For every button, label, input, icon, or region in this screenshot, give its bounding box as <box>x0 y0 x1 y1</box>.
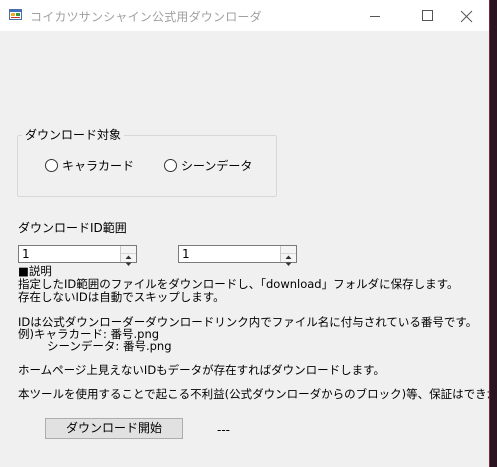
maximize-icon <box>422 10 433 21</box>
id-end-input[interactable]: 1 <box>178 245 297 266</box>
app-window: コイカツサンシャイン公式用ダウンローダ ダウンロード対象 キャラカード シーンデ… <box>0 0 489 467</box>
minimize-button[interactable] <box>352 0 398 31</box>
id-end-value: 1 <box>182 247 190 261</box>
status-text: --- <box>217 423 230 437</box>
radio-character-card-label: キャラカード <box>62 159 135 173</box>
id-start-value: 1 <box>22 247 30 261</box>
spin-up-button[interactable] <box>121 246 136 259</box>
description-line: 本ツールを使用することで起こる不利益(公式ダウンローダからのブロック)等、保証は… <box>18 387 489 401</box>
radio-indicator <box>164 159 177 172</box>
app-icon <box>9 9 22 20</box>
start-download-button[interactable]: ダウンロード開始 <box>45 418 183 439</box>
triangle-down-icon <box>285 262 292 266</box>
window-title: コイカツサンシャイン公式用ダウンローダ <box>30 10 262 24</box>
minimize-icon <box>370 16 380 17</box>
id-end-spinner <box>280 246 296 266</box>
spin-down-button[interactable] <box>281 254 296 266</box>
download-target-legend: ダウンロード対象 <box>22 126 125 143</box>
spin-up-button[interactable] <box>281 246 296 259</box>
close-icon <box>460 10 473 23</box>
title-bar[interactable]: コイカツサンシャイン公式用ダウンローダ <box>0 0 489 31</box>
id-start-spinner <box>120 246 136 266</box>
triangle-down-icon <box>125 262 132 266</box>
description-line: 存在しないIDは自動でスキップします。 <box>18 290 225 304</box>
id-start-input[interactable]: 1 <box>18 245 137 266</box>
spin-down-button[interactable] <box>121 254 136 266</box>
maximize-button[interactable] <box>398 0 444 31</box>
radio-scene-data-label: シーンデータ <box>181 159 253 173</box>
id-range-label: ダウンロードID範囲 <box>18 221 127 235</box>
radio-indicator <box>45 159 58 172</box>
close-button[interactable] <box>444 0 489 31</box>
description-line: シーンデータ: 番号.png <box>47 339 172 353</box>
description-line: ホームページ上見えないIDもデータが存在すればダウンロードします。 <box>18 363 386 377</box>
